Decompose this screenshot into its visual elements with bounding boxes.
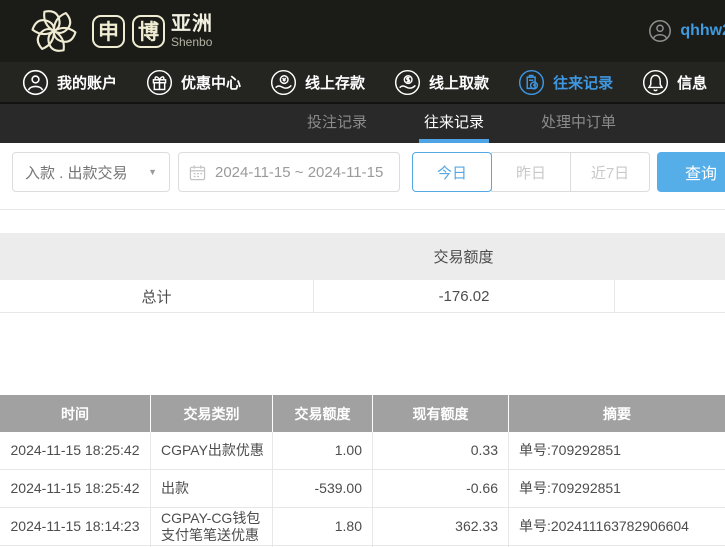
date-range-input[interactable]: 2024-11-15 ~ 2024-11-15: [178, 152, 400, 192]
yesterday-button[interactable]: 昨日: [491, 152, 571, 192]
logo-region: 亚洲 Shenbo: [171, 14, 213, 48]
tab-betting-records[interactable]: 投注记录: [302, 104, 372, 143]
summary-header-spacer: [614, 233, 725, 280]
filter-bar: 入款 . 出款交易 ▼ 2024-11-15 ~ 2024-11-15 今日 昨…: [0, 143, 725, 210]
summary-total-label: 总计: [141, 288, 172, 306]
cell-type: CGPAY出款优惠: [150, 432, 272, 469]
table-row: 2024-11-15 18:14:23 CGPAY-CG钱包支付笔笔送优惠 1.…: [0, 508, 725, 546]
col-header-amount: 交易额度: [272, 395, 372, 432]
cell-type: CGPAY-CG钱包支付笔笔送优惠: [150, 508, 272, 545]
chevron-down-icon: ▼: [148, 167, 157, 177]
nav-label: 优惠中心: [181, 74, 242, 92]
tab-transaction-records[interactable]: 往来记录: [419, 104, 490, 143]
logo-region-en: Shenbo: [171, 35, 213, 49]
table-row: 2024-11-15 18:25:42 出款 -539.00 -0.66 单号:…: [0, 470, 725, 508]
cell-time: 2024-11-15 18:25:42: [10, 480, 140, 497]
cell-balance: 0.33: [372, 432, 508, 469]
col-header-summary: 摘要: [508, 395, 725, 432]
today-button[interactable]: 今日: [412, 152, 492, 192]
table-row: 2024-11-15 18:25:42 CGPAY出款优惠 1.00 0.33 …: [0, 432, 725, 470]
logo-wordmark: 申 博: [92, 14, 165, 48]
cell-time: 2024-11-15 18:14:23: [10, 518, 140, 535]
cell-amount: 1.80: [272, 508, 372, 545]
transaction-type-select[interactable]: 入款 . 出款交易 ▼: [12, 152, 170, 192]
nav-item-transaction-records[interactable]: 往来记录: [518, 69, 613, 96]
cell-summary: 单号:709292851: [508, 470, 725, 507]
cell-amount: -539.00: [272, 470, 372, 507]
nav-item-withdraw[interactable]: 线上取款: [394, 69, 489, 96]
nav-label: 信息: [677, 74, 708, 92]
nav-label: 往来记录: [553, 74, 614, 92]
logo-char-bo: 博: [132, 14, 165, 48]
nav-item-messages[interactable]: 信息: [642, 69, 707, 96]
records-header-row: 时间 交易类别 交易额度 现有额度 摘要: [0, 395, 725, 432]
logo-char-shen: 申: [92, 14, 125, 48]
records-icon: [519, 69, 545, 95]
nav-item-deposit[interactable]: 线上存款: [270, 69, 365, 96]
main-nav: 我的账户 优惠中心 线上存款 线上取款 往来记录 信息: [0, 62, 725, 104]
top-header: 申 博 亚洲 Shenbo qhhw2: [0, 0, 725, 62]
cell-summary: 单号:709292851: [508, 432, 725, 469]
cell-summary: 单号:202411163782906604: [508, 508, 725, 545]
shenbo-flower-logo-icon: [31, 10, 77, 52]
cell-time: 2024-11-15 18:25:42: [10, 442, 140, 459]
logo-region-cn: 亚洲: [171, 13, 213, 35]
col-header-time: 时间: [61, 405, 89, 422]
summary-header-amount: 交易额度: [433, 249, 494, 266]
cell-balance: -0.66: [372, 470, 508, 507]
user-icon: [22, 69, 49, 95]
bell-icon: [643, 69, 669, 95]
cell-type: 出款: [150, 470, 272, 507]
summary-header-spacer: [0, 233, 313, 280]
tab-pending-orders[interactable]: 处理中订单: [536, 104, 621, 143]
sub-nav: 投注记录 往来记录 处理中订单: [0, 104, 725, 143]
summary-total-value: -176.02: [313, 280, 614, 312]
summary-header-row: 交易额度: [0, 233, 725, 280]
records-table: 时间 交易类别 交易额度 现有额度 摘要 2024-11-15 18:25:42…: [0, 395, 725, 547]
date-range-value: 2024-11-15 ~ 2024-11-15: [215, 163, 384, 181]
transaction-type-value: 入款 . 出款交易: [25, 164, 128, 182]
cell-amount: 1.00: [272, 432, 372, 469]
username[interactable]: qhhw2: [680, 22, 725, 40]
summary-empty-cell: [614, 280, 725, 312]
quick-date-buttons: 今日 昨日 近7日: [412, 152, 650, 192]
gift-icon: [146, 69, 173, 95]
nav-label: 线上取款: [429, 74, 490, 92]
deposit-icon: [270, 69, 297, 95]
cell-balance: 362.33: [372, 508, 508, 545]
user-account-link[interactable]: qhhw2: [648, 19, 725, 43]
nav-item-promotions[interactable]: 优惠中心: [146, 69, 241, 96]
search-button[interactable]: 查询: [657, 152, 725, 192]
user-avatar-icon: [649, 20, 672, 42]
col-header-balance: 现有额度: [372, 395, 508, 432]
last-7-days-button[interactable]: 近7日: [570, 152, 650, 192]
col-header-type: 交易类别: [150, 395, 272, 432]
calendar-icon: [189, 164, 206, 180]
nav-label: 我的账户: [57, 74, 118, 92]
nav-item-my-account[interactable]: 我的账户: [22, 69, 117, 96]
summary-table: 交易额度 总计 -176.02: [0, 233, 725, 313]
withdraw-icon: [395, 69, 421, 95]
summary-total-row: 总计 -176.02: [0, 280, 725, 313]
nav-label: 线上存款: [305, 74, 366, 92]
